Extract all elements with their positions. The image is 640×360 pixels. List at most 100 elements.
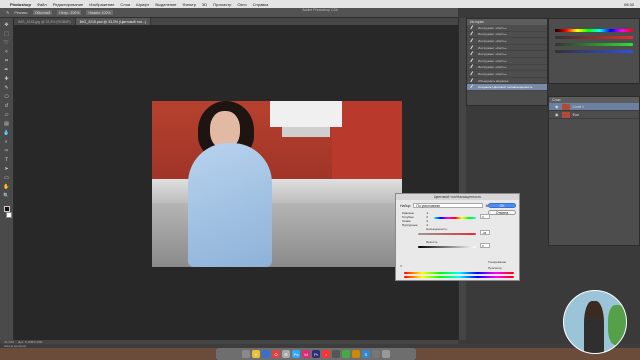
history-brush-tool-icon[interactable]: ↺ xyxy=(3,103,10,109)
background-color-swatch[interactable] xyxy=(5,212,12,218)
hand-tool-icon[interactable]: ✋ xyxy=(3,184,10,190)
brush-icon xyxy=(470,44,476,51)
history-item[interactable]: Инструмент «Кисть» xyxy=(467,64,547,72)
menu-app-name[interactable]: Photoshop xyxy=(10,2,31,7)
eraser-tool-icon[interactable]: ▱ xyxy=(3,112,10,118)
preset-select[interactable]: По умолчанию xyxy=(413,203,484,208)
type-tool-icon[interactable]: T xyxy=(3,157,10,163)
green-slider[interactable] xyxy=(555,43,633,46)
gradient-tool-icon[interactable]: ▤ xyxy=(3,121,10,127)
premiere-icon[interactable]: Pr xyxy=(312,350,320,358)
eyedropper-tool-icon[interactable]: ✒ xyxy=(3,67,10,73)
menu-item-view[interactable]: Просмотр xyxy=(213,2,231,7)
music-icon[interactable]: ♪ xyxy=(322,350,330,358)
brush-tool-icon[interactable]: ✎ xyxy=(6,10,9,15)
opacity-field[interactable]: Непр.: 100% xyxy=(57,10,82,15)
photoshop-icon[interactable]: Ps xyxy=(292,350,300,358)
menu-item-3d[interactable]: 3D xyxy=(202,2,207,7)
trash-icon[interactable] xyxy=(382,350,390,358)
tab-document-1[interactable]: IMG_3215.jpg @ 33,3% (RGB/8*) xyxy=(14,18,76,25)
eyedropper-icon[interactable]: ✒ xyxy=(400,264,403,268)
history-item[interactable]: Инструмент «Кисть» xyxy=(467,51,547,58)
eye-icon[interactable]: ◉ xyxy=(555,112,559,117)
menu-item-select[interactable]: Выделение xyxy=(155,2,176,7)
history-item[interactable]: Инструмент «Кисть» xyxy=(467,71,547,78)
facetime-icon[interactable] xyxy=(342,350,350,358)
canvas-area[interactable] xyxy=(14,25,458,340)
flow-field[interactable]: Нажим: 100% xyxy=(86,10,113,15)
move-tool-icon[interactable]: ✥ xyxy=(3,22,10,28)
crop-tool-icon[interactable]: ⌗ xyxy=(3,58,10,64)
history-item[interactable]: Объединить видимые xyxy=(467,77,547,85)
tools-panel: ✥ ⬚ ➰ ✧ ⌗ ✒ ✚ ✎ ⎔ ↺ ▱ ▤ 💧 ◐ ✑ T ➤ ▭ ✋ 🔍 xyxy=(0,18,14,344)
history-item[interactable]: Инструмент «Кисть» xyxy=(467,38,547,45)
history-item[interactable]: Инструмент «Кисть» xyxy=(467,31,547,39)
document-image[interactable] xyxy=(152,101,402,267)
system-prefs-icon[interactable]: ⚙ xyxy=(282,350,290,358)
history-item-active[interactable]: Создание Цветовой тон/насыщенность xyxy=(467,84,547,91)
finder-icon[interactable] xyxy=(242,350,250,358)
colorize-label[interactable]: Тонирование xyxy=(488,260,506,264)
skype-icon[interactable]: S xyxy=(362,350,370,358)
marquee-tool-icon[interactable]: ⬚ xyxy=(3,31,10,37)
layer-row[interactable]: ◉ Фон xyxy=(549,111,639,119)
indesign-icon[interactable]: Id xyxy=(302,350,310,358)
window-sill xyxy=(282,127,330,137)
pen-tool-icon[interactable]: ✑ xyxy=(3,148,10,154)
menu-item-type[interactable]: Шрифт xyxy=(136,2,149,7)
lightness-slider[interactable] xyxy=(418,246,476,248)
menu-item-edit[interactable]: Редактирование xyxy=(53,2,83,7)
hue-slider[interactable] xyxy=(434,217,476,219)
menu-item-layers[interactable]: Слои xyxy=(120,2,130,7)
menu-item-window[interactable]: Окно xyxy=(237,2,246,7)
blue-slider[interactable] xyxy=(555,50,633,53)
quick-select-tool-icon[interactable]: ✧ xyxy=(3,49,10,55)
app-icon[interactable] xyxy=(352,350,360,358)
menu-item-filter[interactable]: Фильтр xyxy=(183,2,196,7)
brush-icon xyxy=(470,71,476,77)
lightness-label: Яркость: xyxy=(426,240,439,244)
history-item[interactable]: Инструмент «Кисть» xyxy=(467,44,547,52)
path-select-tool-icon[interactable]: ➤ xyxy=(3,166,10,172)
menu-item-image[interactable]: Изображение xyxy=(89,2,114,7)
safari-icon[interactable] xyxy=(262,350,270,358)
hue-value-field[interactable]: 0 xyxy=(480,214,490,219)
stamp-tool-icon[interactable]: ⎔ xyxy=(3,94,10,100)
cancel-button[interactable]: Отмена xyxy=(488,210,516,215)
saturation-slider[interactable] xyxy=(418,233,476,235)
history-item[interactable]: Инструмент «Кисть» xyxy=(467,25,547,32)
lasso-tool-icon[interactable]: ➰ xyxy=(3,40,10,46)
layers-panel: Слои ◉ Слой 1 ◉ Фон xyxy=(548,96,640,246)
tab-document-2[interactable]: IMG_3215.psd @ 33,3% (Цветовой тон...) xyxy=(75,18,152,25)
preset-label: Набор: xyxy=(400,203,412,208)
opera-icon[interactable]: O xyxy=(272,350,280,358)
preview-label[interactable]: Просмотр xyxy=(488,266,502,270)
history-panel: История Инструмент «Кисть» Инструмент «К… xyxy=(466,18,548,106)
saturation-value-field[interactable]: -36 xyxy=(480,230,490,235)
layer-name: Слой 1 xyxy=(572,104,584,109)
dodge-tool-icon[interactable]: ◐ xyxy=(3,139,10,145)
blur-tool-icon[interactable]: 💧 xyxy=(3,130,10,136)
layer-row[interactable]: ◉ Слой 1 xyxy=(549,103,639,111)
clock[interactable]: 08:30 xyxy=(624,2,634,7)
brush-tool-icon[interactable]: ✎ xyxy=(3,85,10,91)
history-item[interactable]: Инструмент «Кисть» xyxy=(467,58,547,65)
zoom-tool-icon[interactable]: 🔍 xyxy=(3,193,10,199)
red-slider[interactable] xyxy=(555,36,633,39)
yandex-browser-icon[interactable]: Y xyxy=(252,350,260,358)
hue-bar[interactable] xyxy=(555,29,633,32)
panel-icon-strip[interactable] xyxy=(458,18,466,340)
menu-item-file[interactable]: Файл xyxy=(37,2,47,7)
healing-tool-icon[interactable]: ✚ xyxy=(3,76,10,82)
eye-icon[interactable]: ◉ xyxy=(555,104,559,109)
saturation-label: Насыщенность: xyxy=(426,227,448,231)
brush-icon xyxy=(470,58,476,64)
lightness-value-field[interactable]: 0 xyxy=(480,243,490,248)
app-icon[interactable] xyxy=(332,350,340,358)
menu-item-help[interactable]: Справка xyxy=(253,2,269,7)
folder-icon[interactable] xyxy=(372,350,380,358)
dialog-title: Цветовой тон/Насыщенность xyxy=(396,194,519,200)
ok-button[interactable]: OK xyxy=(488,203,516,208)
shape-tool-icon[interactable]: ▭ xyxy=(3,175,10,181)
mode-select[interactable]: Обычный xyxy=(32,10,53,15)
